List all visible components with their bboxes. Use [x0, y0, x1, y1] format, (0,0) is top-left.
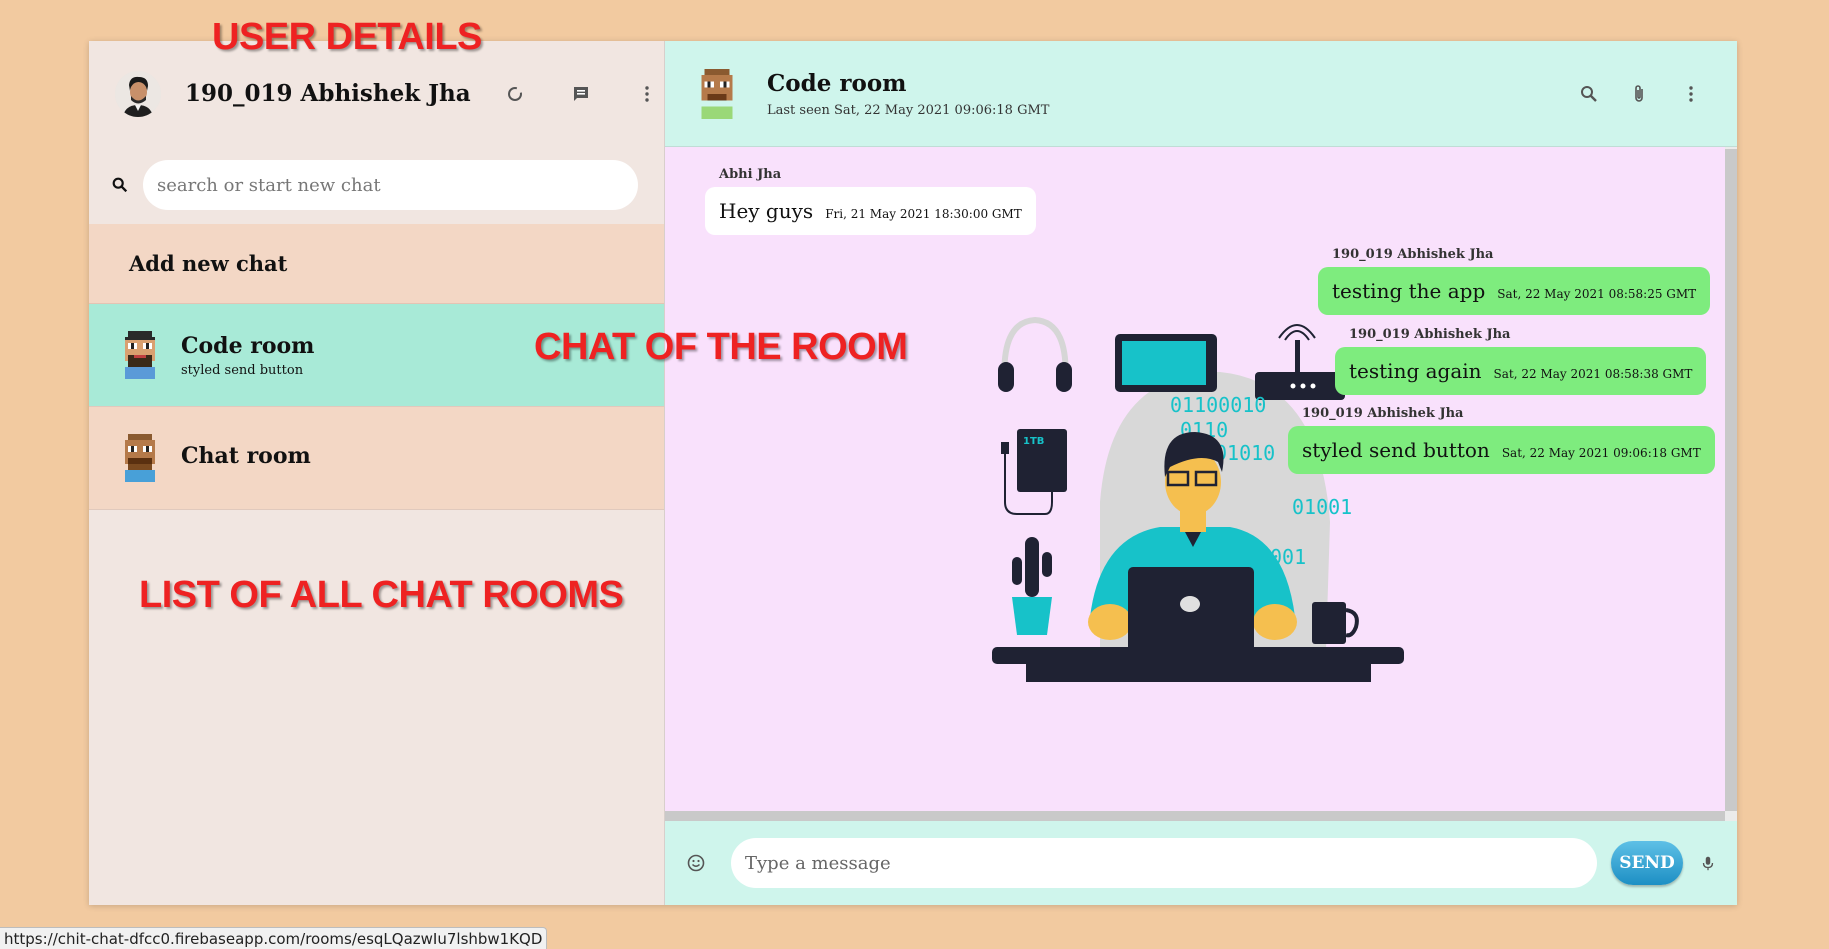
- refresh-icon: [507, 86, 522, 101]
- chat-footer: SEND: [665, 821, 1737, 905]
- message-bubble[interactable]: testing again Sat, 22 May 2021 08:58:38 …: [1335, 347, 1707, 395]
- sidebar-empty-area: [89, 510, 664, 905]
- add-new-chat-label: Add new chat: [129, 251, 288, 276]
- message-sender: 190_019 Abhishek Jha: [1302, 406, 1464, 421]
- chat-header-actions: [1560, 72, 1713, 116]
- room-avatar: [119, 434, 161, 482]
- attach-button[interactable]: [1618, 72, 1662, 116]
- message-text: Hey guys: [719, 199, 814, 223]
- chat-room-avatar[interactable]: [695, 68, 739, 120]
- message-item: 190_019 Abhishek Jha styled send button …: [1288, 406, 1715, 474]
- mic-icon: [1702, 856, 1714, 871]
- room-last-message: styled send button: [181, 362, 304, 378]
- binary-text: 01100010: [1170, 393, 1266, 417]
- message-bubble[interactable]: Hey guys Fri, 21 May 2021 18:30:00 GMT: [705, 187, 1036, 235]
- message-item: 190_019 Abhishek Jha testing the app Sat…: [1318, 247, 1711, 315]
- room-text: Chat room: [181, 443, 311, 473]
- message-time: Fri, 21 May 2021 18:30:00 GMT: [825, 207, 1022, 221]
- header-actions: [471, 72, 669, 116]
- message-sender: 190_019 Abhishek Jha: [1332, 247, 1494, 262]
- message-bubble[interactable]: testing the app Sat, 22 May 2021 08:58:2…: [1318, 267, 1711, 315]
- attach-icon: [1635, 84, 1643, 102]
- message-sender: Abhi Jha: [719, 167, 782, 182]
- chat-last-seen: Last seen Sat, 22 May 2021 09:06:18 GMT: [767, 102, 1050, 118]
- message-text: testing the app: [1332, 279, 1486, 303]
- message-sender: 190_019 Abhishek Jha: [1349, 327, 1511, 342]
- chat-search-button[interactable]: [1567, 72, 1611, 116]
- message-time: Sat, 22 May 2021 09:06:18 GMT: [1501, 446, 1701, 460]
- room-name: Chat room: [181, 443, 311, 469]
- app-window: 190_019 Abhishek Jha Add new chat: [89, 41, 1737, 905]
- room-avatar: [119, 331, 161, 379]
- message-item: 190_019 Abhishek Jha testing again Sat, …: [1335, 327, 1707, 395]
- message-bubble[interactable]: styled send button Sat, 22 May 2021 09:0…: [1288, 426, 1715, 474]
- status-button[interactable]: [493, 72, 537, 116]
- chat-panel: Code room Last seen Sat, 22 May 2021 09:…: [665, 41, 1737, 905]
- scrollbar-thumb[interactable]: [1725, 149, 1737, 811]
- message-time: Sat, 22 May 2021 08:58:25 GMT: [1497, 287, 1697, 301]
- annotation-user-details: USER DETAILS: [212, 16, 482, 58]
- message-input[interactable]: [731, 838, 1597, 888]
- more-vert-icon: [644, 85, 649, 102]
- room-text: Code room styled send button: [181, 333, 314, 378]
- sidebar-search: [89, 146, 664, 224]
- message-text: styled send button: [1302, 438, 1490, 462]
- new-chat-button[interactable]: [559, 72, 603, 116]
- search-icon: [1581, 85, 1597, 102]
- more-vert-icon: [1689, 85, 1693, 102]
- binary-text: 01001: [1292, 495, 1352, 519]
- status-bar-url: https://chit-chat-dfcc0.firebaseapp.com/…: [0, 927, 548, 949]
- annotation-chat-of-room: CHAT OF THE ROOM: [534, 326, 908, 368]
- binary-text: 01010: [1215, 441, 1275, 465]
- chat-room-title: Code room: [767, 69, 907, 97]
- message-time: Sat, 22 May 2021 08:58:38 GMT: [1493, 367, 1693, 381]
- add-new-chat-button[interactable]: Add new chat: [89, 224, 664, 304]
- search-input[interactable]: [143, 160, 638, 210]
- chat-info: Code room Last seen Sat, 22 May 2021 09:…: [767, 70, 1560, 118]
- user-name: 190_019 Abhishek Jha: [185, 80, 471, 107]
- chat-menu-button[interactable]: [1669, 72, 1713, 116]
- message-item: Abhi Jha Hey guys Fri, 21 May 2021 18:30…: [705, 167, 1036, 235]
- emoji-icon: [687, 854, 705, 872]
- emoji-button[interactable]: [679, 841, 713, 885]
- chat-header: Code room Last seen Sat, 22 May 2021 09:…: [665, 41, 1737, 147]
- message-icon: [573, 86, 588, 101]
- user-avatar[interactable]: [115, 70, 161, 117]
- annotation-list-rooms: LIST OF ALL CHAT ROOMS: [139, 574, 624, 616]
- message-text: testing again: [1349, 359, 1482, 383]
- send-button[interactable]: SEND: [1611, 841, 1683, 885]
- horizontal-scrollbar[interactable]: [665, 811, 1725, 821]
- vertical-scrollbar[interactable]: [1725, 147, 1737, 821]
- hdd-label: 1TB: [1023, 436, 1044, 447]
- sidebar: 190_019 Abhishek Jha Add new chat: [89, 41, 665, 905]
- room-name: Code room: [181, 332, 315, 359]
- mic-button[interactable]: [1693, 854, 1723, 872]
- menu-button[interactable]: [625, 72, 669, 116]
- search-icon: [103, 176, 137, 194]
- room-item-chat-room[interactable]: Chat room: [89, 407, 664, 510]
- chat-messages: 01100010 0110 01010 01001 001 1TB Abhi J…: [665, 147, 1737, 821]
